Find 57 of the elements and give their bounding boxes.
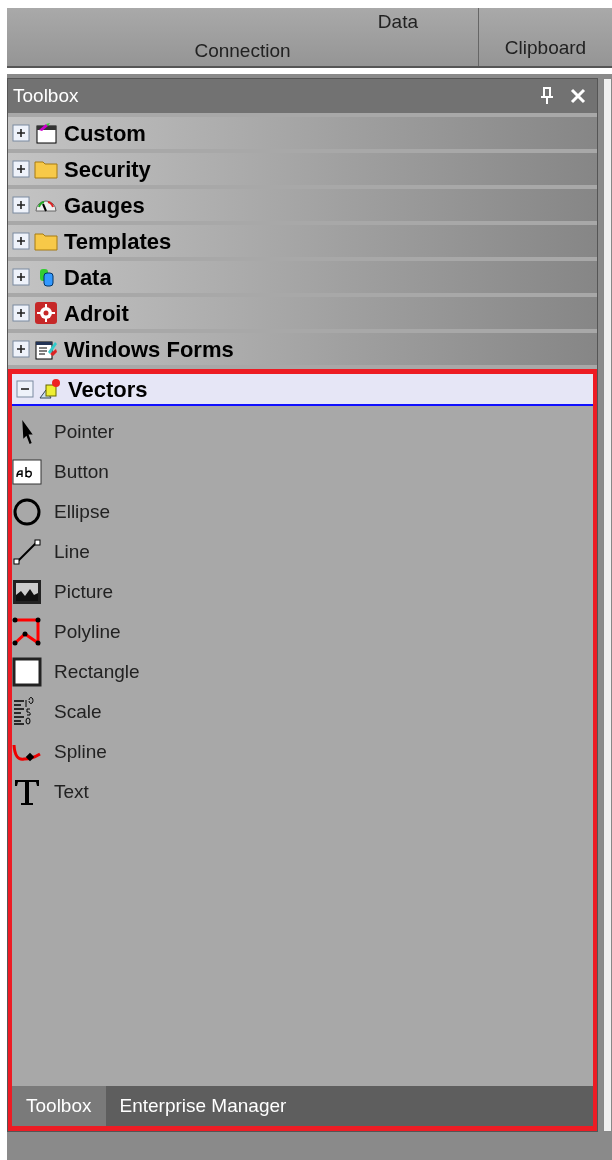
- minus-icon[interactable]: [16, 380, 34, 398]
- form-icon: [34, 338, 58, 360]
- toolbox-item[interactable]: Polyline: [12, 612, 593, 652]
- category-label: Templates: [64, 227, 172, 256]
- category-header[interactable]: Vectors: [12, 374, 593, 406]
- ribbon-group-caption: Connection: [194, 38, 291, 63]
- category-header[interactable]: Custom: [8, 117, 597, 149]
- category-label: Gauges: [64, 191, 145, 220]
- category-label: Vectors: [68, 375, 148, 404]
- category-label: Security: [64, 155, 151, 184]
- plus-icon[interactable]: [12, 160, 30, 178]
- plus-icon[interactable]: [12, 196, 30, 214]
- panel-tab[interactable]: Toolbox: [12, 1086, 106, 1126]
- category-header[interactable]: Gauges: [8, 189, 597, 221]
- category-label: Data: [64, 263, 112, 292]
- category-header[interactable]: Adroit: [8, 297, 597, 329]
- toolbox-item[interactable]: Picture: [12, 572, 593, 612]
- plus-icon[interactable]: [12, 268, 30, 286]
- ribbon-group-caption: Clipboard: [504, 35, 587, 60]
- category-label: Custom: [64, 119, 146, 148]
- panel-tab[interactable]: Enterprise Manager: [105, 1086, 301, 1126]
- calendar-icon: [34, 122, 58, 144]
- toolbox-item[interactable]: Text: [12, 772, 593, 812]
- toolbox-item[interactable]: Rectangle: [12, 652, 593, 692]
- text-button-icon: [12, 457, 42, 487]
- line-icon: [12, 537, 42, 567]
- plus-icon[interactable]: [12, 340, 30, 358]
- plus-icon[interactable]: [12, 304, 30, 322]
- toolbox-item[interactable]: Pointer: [12, 412, 593, 452]
- plus-icon[interactable]: [12, 124, 30, 142]
- polyline-icon: [12, 617, 42, 647]
- gear-icon: [34, 302, 58, 324]
- category-label: Windows Forms: [64, 335, 234, 364]
- category-header[interactable]: Security: [8, 153, 597, 185]
- ribbon-button-label[interactable]: Data: [377, 8, 418, 37]
- category-header[interactable]: Templates: [8, 225, 597, 257]
- circle-icon: [12, 497, 42, 527]
- folder-icon: [34, 230, 58, 252]
- plus-icon[interactable]: [12, 232, 30, 250]
- rectangle-icon: [12, 657, 42, 687]
- pin-icon[interactable]: [540, 87, 554, 105]
- category-label: Adroit: [64, 299, 129, 328]
- scrollbar[interactable]: [603, 78, 612, 1132]
- close-icon[interactable]: [570, 88, 586, 104]
- toolbox-item[interactable]: Button: [12, 452, 593, 492]
- folder-icon: [34, 158, 58, 180]
- toolbox-item[interactable]: Ellipse: [12, 492, 593, 532]
- category-header[interactable]: Data: [8, 261, 597, 293]
- text-icon: [12, 777, 42, 807]
- toolbox-item[interactable]: Spline: [12, 732, 593, 772]
- toolbox-item[interactable]: Scale: [12, 692, 593, 732]
- shapes-icon: [38, 378, 62, 400]
- panel-title: Toolbox: [13, 83, 79, 108]
- picture-icon: [12, 577, 42, 607]
- category-header[interactable]: Windows Forms: [8, 333, 597, 365]
- pointer-icon: [21, 420, 33, 444]
- toolbox-item[interactable]: Line: [12, 532, 593, 572]
